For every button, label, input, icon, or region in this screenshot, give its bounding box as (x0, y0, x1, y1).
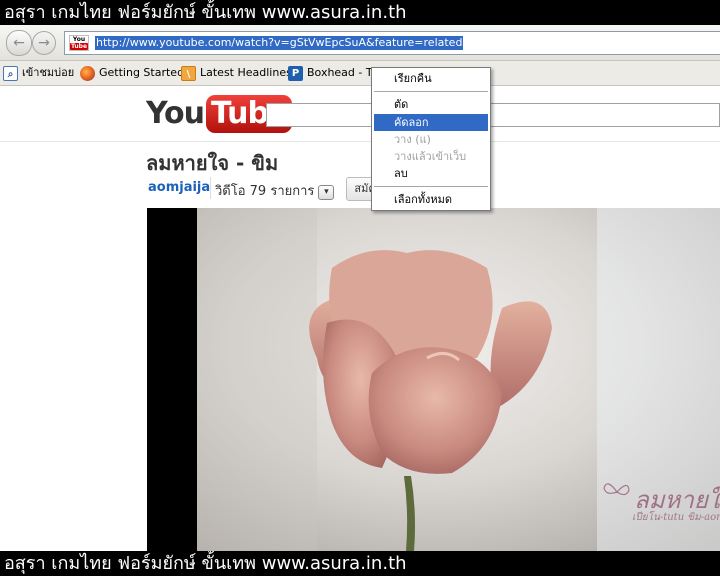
watermark: ลมหายใจ เปียโน-tutu ขิม-aom (602, 476, 720, 528)
video-player[interactable]: ลมหายใจ เปียโน-tutu ขิม-aom (147, 208, 720, 551)
menu-item-select-all[interactable]: เลือกทั้งหมด (374, 191, 488, 208)
p-icon: P (288, 65, 303, 81)
menu-item-delete[interactable]: ลบ (374, 165, 488, 182)
menu-separator (374, 186, 488, 187)
bottom-banner: อสุรา เกมไทย ฟอร์มยักษ์ ขั้นเทพ www.asur… (0, 551, 720, 576)
video-frame: ลมหายใจ เปียโน-tutu ขิม-aom (197, 208, 720, 551)
bookmark-label: เข้าชมบ่อย (22, 66, 75, 79)
bookmark-most-visited[interactable]: ⌕ เข้าชมบ่อย (3, 65, 74, 81)
firefox-icon (80, 65, 95, 81)
menu-item-paste[interactable]: วาง (แ) (374, 131, 488, 148)
bookmark-boxhead[interactable]: P Boxhead - Th (288, 65, 380, 81)
youtube-page: You Tube ลมหายใจ - ขิม aomjaija วิดีโอ 79… (0, 87, 720, 551)
bookmark-label: Latest Headlines (200, 66, 292, 79)
youtube-favicon-icon: You Tube (69, 35, 89, 51)
search-icon: ⌕ (3, 65, 18, 81)
menu-item-copy[interactable]: คัดลอก (374, 114, 488, 131)
bookmarks-toolbar: ⌕ เข้าชมบ่อย Getting Started \ Latest Head… (0, 61, 720, 86)
forward-arrow-icon: → (38, 35, 50, 51)
bookmark-label: Getting Started (99, 66, 185, 79)
channel-link[interactable]: aomjaija (148, 180, 210, 195)
navigation-toolbar: ← → You Tube http://www.youtube.com/watc… (0, 25, 720, 61)
watermark-credits: เปียโน-tutu ขิม-aom (632, 512, 720, 523)
browser-window: ← → You Tube http://www.youtube.com/watc… (0, 25, 720, 551)
videos-label: วิดีโอ 79 รายการ (215, 184, 315, 199)
favicon-you: You (72, 36, 86, 43)
chevron-down-icon[interactable]: ▾ (318, 185, 335, 200)
menu-item-paste-and-go[interactable]: วางแล้วเข้าเว็บ (374, 148, 488, 165)
bookmark-latest-headlines[interactable]: \ Latest Headlines (181, 65, 292, 81)
address-bar[interactable]: You Tube http://www.youtube.com/watch?v=… (64, 31, 720, 55)
menu-item-cut[interactable]: ตัด (374, 96, 488, 113)
channel-videos-count: วิดีโอ 79 รายการ ▾ (210, 177, 335, 200)
bookmark-getting-started[interactable]: Getting Started (80, 65, 184, 81)
menu-item-undo[interactable]: เรียกคืน (374, 70, 488, 87)
video-title: ลมหายใจ - ขิม (146, 151, 279, 175)
rss-icon: \ (181, 65, 196, 81)
top-banner: อสุรา เกมไทย ฟอร์มยักษ์ ขั้นเทพ www.asur… (0, 0, 720, 25)
favicon-tube: Tube (70, 43, 88, 50)
bookmark-label: Boxhead - Th (307, 66, 380, 79)
context-menu: เรียกคืน ตัด คัดลอก วาง (แ) วางแล้วเข้าเ… (371, 67, 491, 211)
menu-separator (374, 91, 488, 92)
logo-you: You (146, 96, 205, 131)
butterfly-icon (603, 483, 630, 496)
url-text-selected[interactable]: http://www.youtube.com/watch?v=gStVwEpcS… (95, 36, 464, 50)
back-arrow-icon: ← (13, 35, 25, 51)
forward-button[interactable]: → (32, 31, 56, 55)
back-button[interactable]: ← (6, 30, 32, 56)
search-input[interactable] (266, 103, 720, 127)
youtube-header: You Tube (0, 87, 720, 142)
